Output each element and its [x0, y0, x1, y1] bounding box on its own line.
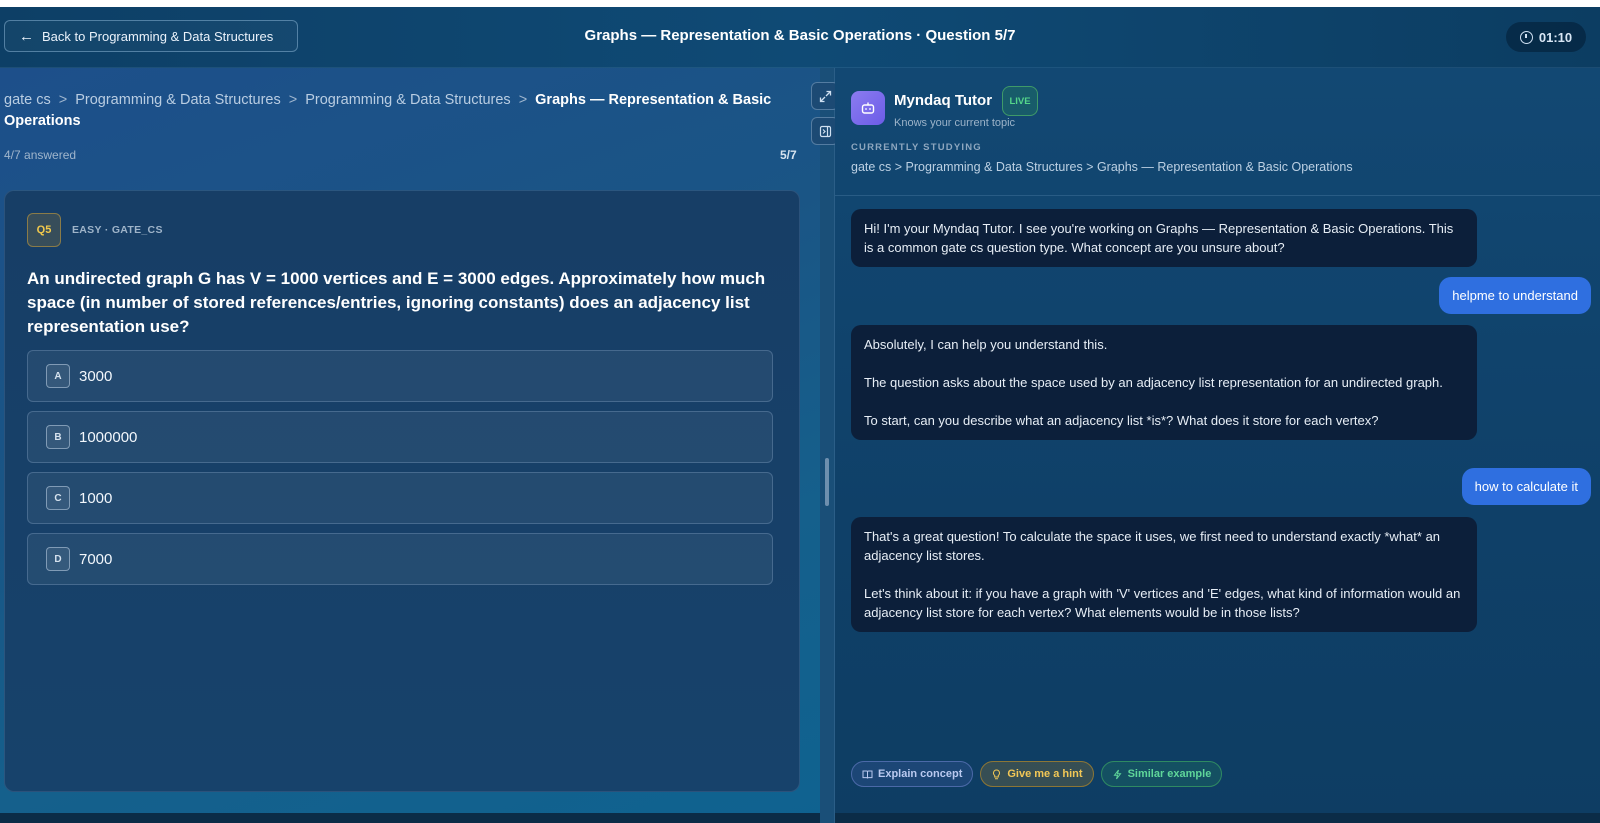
breadcrumb-item[interactable]: gate cs: [4, 92, 51, 108]
option-c[interactable]: C 1000: [27, 472, 773, 524]
option-letter: B: [46, 425, 70, 449]
tutor-header: Myndaq Tutor LIVE Knows your current top…: [835, 68, 1600, 196]
option-letter: D: [46, 547, 70, 571]
option-value: 1000: [79, 489, 113, 507]
option-value: 7000: [79, 550, 113, 568]
question-counter: 5/7: [780, 148, 797, 162]
tutor-subtitle: Knows your current topic: [894, 117, 1016, 129]
sparkle-icon: [1113, 769, 1122, 779]
chip-label: Similar example: [1127, 768, 1212, 780]
question-card: Q5 EASY · GATE_CS An undirected graph G …: [4, 190, 800, 792]
pane-splitter[interactable]: [820, 68, 835, 823]
clock-icon: [1519, 30, 1533, 44]
question-pane: gate cs > Programming & Data Structures > Pr…: [0, 68, 820, 823]
quick-actions: Explain concept Give me a hint Similar e…: [851, 761, 1223, 787]
live-badge: LIVE: [1002, 86, 1038, 116]
chat-message-bot: That's a great question! To calculate th…: [851, 517, 1477, 632]
top-header: ← Back to Programming & Data Structures …: [0, 7, 1600, 68]
lightbulb-icon: [993, 768, 1001, 779]
left-bottom-bar: [0, 813, 820, 823]
page-title: Graphs — Representation & Basic Operatio…: [584, 27, 1016, 44]
expand-icon: [819, 90, 831, 102]
chat-message-user: helpme to understand: [1439, 277, 1591, 314]
right-bottom-bar: [835, 813, 1600, 823]
option-letter: A: [46, 364, 70, 388]
option-value: 1000000: [79, 428, 138, 446]
option-value: 3000: [79, 367, 113, 385]
tutor-pane: Myndaq Tutor LIVE Knows your current top…: [835, 68, 1600, 823]
currently-studying-label: CURRENTLY STUDYING: [851, 142, 982, 153]
robot-icon: [851, 91, 885, 125]
answered-progress: 4/7 answered: [4, 148, 77, 162]
breadcrumb-separator: >: [58, 92, 68, 108]
option-a[interactable]: A 3000: [27, 350, 773, 402]
option-letter: C: [46, 486, 70, 510]
similar-example-chip[interactable]: Similar example: [1100, 761, 1223, 787]
breadcrumb-item[interactable]: Programming & Data Structures: [75, 92, 281, 108]
timer-value: 01:10: [1538, 29, 1573, 45]
question-meta: EASY · GATE_CS: [72, 224, 163, 236]
chip-label: Explain concept: [878, 768, 963, 780]
option-d[interactable]: D 7000: [27, 533, 773, 585]
chat-message-user: how to calculate it: [1461, 468, 1591, 505]
question-number-badge: Q5: [27, 213, 61, 247]
explain-concept-chip[interactable]: Explain concept: [851, 761, 974, 787]
chat-message-bot: Hi! I'm your Myndaq Tutor. I see you're …: [851, 209, 1477, 267]
option-b[interactable]: B 1000000: [27, 411, 773, 463]
give-hint-chip[interactable]: Give me a hint: [980, 761, 1094, 787]
question-text: An undirected graph G has V = 1000 verti…: [27, 269, 766, 336]
breadcrumb: gate cs > Programming & Data Structures > Pr…: [4, 90, 774, 132]
chip-label: Give me a hint: [1007, 768, 1083, 780]
chat-message-bot: Absolutely, I can help you understand th…: [851, 325, 1477, 440]
panel-collapse-icon: [819, 125, 831, 137]
tutor-name: Myndaq Tutor: [894, 92, 993, 109]
top-strip: [0, 0, 1600, 7]
breadcrumb-separator: >: [288, 92, 298, 108]
timer-badge: 01:10: [1506, 22, 1586, 52]
breadcrumb-separator: >: [518, 92, 528, 108]
currently-studying-path: gate cs > Programming & Data Structures …: [851, 160, 1353, 174]
book-icon: [862, 770, 873, 779]
drag-handle[interactable]: [825, 458, 829, 506]
breadcrumb-item[interactable]: Programming & Data Structures: [305, 92, 511, 108]
